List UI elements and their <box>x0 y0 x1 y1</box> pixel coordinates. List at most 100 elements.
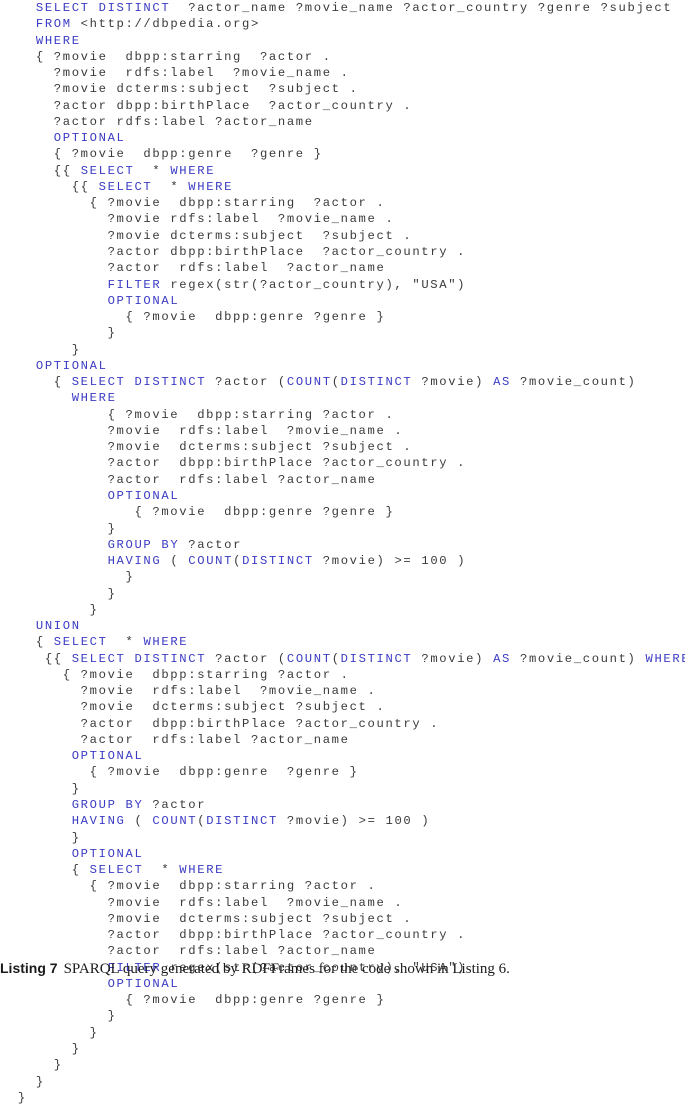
sparql-keyword: COUNT <box>286 651 332 666</box>
code-text: } <box>0 1009 117 1024</box>
code-line: OPTIONAL <box>0 846 685 862</box>
sparql-keyword: SELECT <box>80 163 135 178</box>
code-text: ( <box>233 554 243 569</box>
code-line: HAVING ( COUNT(DISTINCT ?movie) >= 100 ) <box>0 553 685 569</box>
code-text: ?actor rdfs:label ?actor_name <box>0 472 377 487</box>
code-text: } <box>0 1090 27 1105</box>
code-text: } <box>0 602 99 617</box>
code-line: { ?movie dbpp:starring ?actor . <box>0 407 685 423</box>
code-text: * <box>134 163 171 178</box>
code-line: GROUP BY ?actor <box>0 797 685 813</box>
sparql-keyword: SELECT DISTINCT <box>35 1 171 15</box>
code-line: UNION <box>0 618 685 634</box>
code-text: <http://dbpedia.org> <box>71 17 260 32</box>
code-text: ?actor rdfs:label ?actor_name <box>0 114 314 129</box>
sparql-keyword: FILTER <box>107 277 162 292</box>
code-text: ( <box>331 375 341 390</box>
code-line: ?actor dbpp:birthPlace ?actor_country . <box>0 716 685 732</box>
sparql-keyword: OPTIONAL <box>71 749 144 764</box>
code-line: } <box>0 602 685 618</box>
code-text: ?actor dbpp:birthPlace ?actor_country . <box>0 244 467 259</box>
code-text: ?movie_count) <box>511 375 637 390</box>
code-line: { ?movie dbpp:genre ?genre } <box>0 764 685 780</box>
sparql-keyword: OPTIONAL <box>107 293 180 308</box>
code-text: ?movie rdfs:label ?movie_name . <box>0 423 404 438</box>
code-line: } <box>0 781 685 797</box>
code-text: ( <box>125 814 153 829</box>
code-text: ?actor ( <box>206 651 287 666</box>
code-text: { <box>0 863 90 878</box>
code-text: { ?movie dbpp:genre ?genre } <box>0 505 395 520</box>
code-text: ?movie) <box>412 651 494 666</box>
sparql-keyword: SELECT DISTINCT <box>71 651 207 666</box>
listing-caption: Listing 7 SPARQL query generated by RDFFr… <box>0 960 510 978</box>
code-text: * <box>143 863 180 878</box>
code-line: {{ SELECT * WHERE <box>0 163 685 179</box>
sparql-keyword: FROM <box>35 17 72 32</box>
sparql-keyword: OPTIONAL <box>53 131 126 146</box>
code-text: } <box>0 830 81 845</box>
code-text: ?actor dbpp:birthPlace ?actor_country . <box>0 716 440 731</box>
code-text: } <box>0 326 117 341</box>
code-line: WHERE <box>0 33 685 49</box>
code-text: ( <box>161 554 189 569</box>
sparql-keyword: HAVING <box>71 814 126 829</box>
code-line: ?actor rdfs:label ?actor_name <box>0 114 685 130</box>
code-text: ( <box>331 651 341 666</box>
code-line: ?actor rdfs:label ?actor_name <box>0 943 685 959</box>
code-line: } <box>0 1041 685 1057</box>
sparql-keyword: DISTINCT <box>206 814 278 829</box>
code-text: ?movie_count) <box>511 651 646 666</box>
code-text: ?actor ( <box>206 375 287 390</box>
code-line: ?movie rdfs:label ?movie_name . <box>0 423 685 439</box>
code-text: regex(str(?actor_country), "USA") <box>161 277 467 292</box>
sparql-keyword: SELECT <box>98 179 153 194</box>
code-line: ?actor dbpp:birthPlace ?actor_country . <box>0 927 685 943</box>
code-line: OPTIONAL <box>0 748 685 764</box>
code-line: FILTER regex(str(?actor_country), "USA") <box>0 277 685 293</box>
code-text: { ?movie dbpp:genre ?genre } <box>0 993 386 1008</box>
code-text: ?actor <box>143 798 207 813</box>
code-line: ?movie rdfs:label ?movie_name . <box>0 895 685 911</box>
code-text: ?actor_name ?movie_name ?actor_country ?… <box>170 1 673 15</box>
code-line: } <box>0 830 685 846</box>
code-line: ?movie dcterms:subject ?subject . <box>0 439 685 455</box>
code-text: } <box>0 586 117 601</box>
code-line: { ?movie dbpp:starring ?actor . <box>0 667 685 683</box>
code-text: { ?movie dbpp:starring ?actor . <box>0 407 395 422</box>
code-line: OPTIONAL <box>0 976 685 992</box>
code-line: WHERE <box>0 390 685 406</box>
code-text: ?movie) >= 100 ) <box>313 554 467 569</box>
code-line: { SELECT DISTINCT ?actor (COUNT(DISTINCT… <box>0 374 685 390</box>
code-text: } <box>0 342 81 357</box>
sparql-keyword: WHERE <box>35 33 81 48</box>
code-line: OPTIONAL <box>0 130 685 146</box>
code-text: * <box>107 635 144 650</box>
code-line: } <box>0 1057 685 1073</box>
code-line: OPTIONAL <box>0 358 685 374</box>
sparql-keyword: WHERE <box>143 635 189 650</box>
code-text: } <box>0 1074 45 1089</box>
code-text: { ?movie dbpp:starring ?actor . <box>0 667 350 682</box>
sparql-keyword: HAVING <box>107 554 162 569</box>
sparql-keyword: SELECT <box>53 635 108 650</box>
sparql-keyword: WHERE <box>71 391 117 406</box>
code-line: { ?movie dbpp:starring ?actor . <box>0 878 685 894</box>
code-line: ?actor rdfs:label ?actor_name <box>0 472 685 488</box>
sparql-keyword: COUNT <box>286 375 332 390</box>
code-text: { ?movie dbpp:genre ?genre } <box>0 310 386 325</box>
code-line: } <box>0 586 685 602</box>
code-line: SELECT DISTINCT ?actor_name ?movie_name … <box>0 0 685 16</box>
code-text: ?actor rdfs:label ?actor_name <box>0 261 386 276</box>
code-text: {{ <box>0 651 72 666</box>
code-line: } <box>0 1090 685 1106</box>
code-line: HAVING ( COUNT(DISTINCT ?movie) >= 100 ) <box>0 813 685 829</box>
code-line: ?movie rdfs:label ?movie_name . <box>0 65 685 81</box>
